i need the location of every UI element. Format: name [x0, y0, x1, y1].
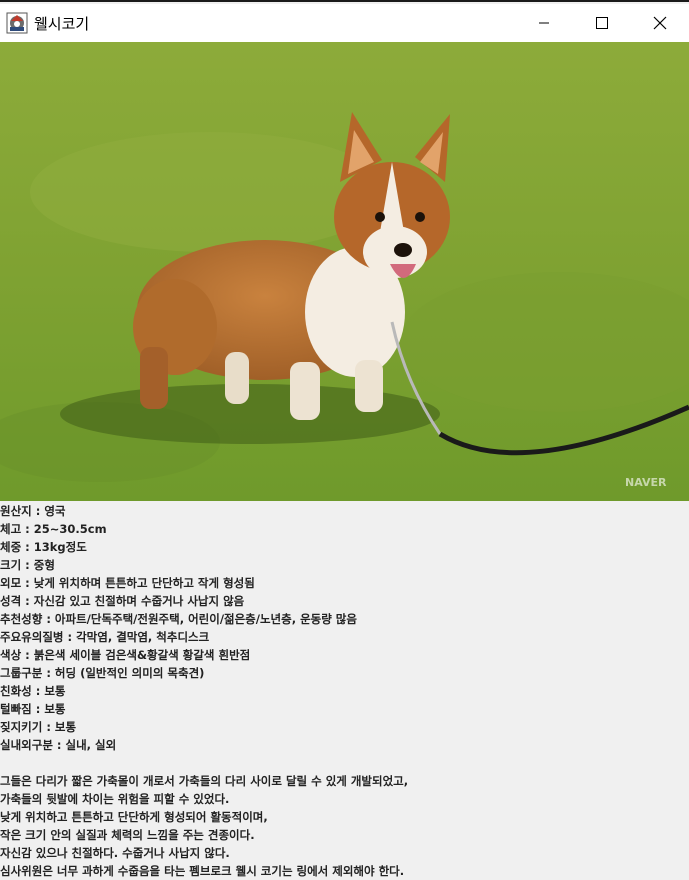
window-controls	[515, 4, 689, 42]
minimize-button[interactable]	[515, 4, 573, 42]
title-bar[interactable]: 웰시코기	[0, 4, 689, 42]
description-line: 자신감 있으나 친절하다. 수줍거나 사납지 않다.	[0, 846, 230, 860]
attribute-color: 색상 : 붉은색 세이블 검은색&황갈색 황갈색 흰반점	[0, 648, 251, 662]
attribute-indoor-outdoor: 실내외구분 : 실내, 실외	[0, 738, 117, 752]
description-line: 심사위원은 너무 과하게 수줍음을 타는 펨브로크 웰시 코기는 링에서 제외해…	[0, 864, 405, 878]
attribute-group: 그룹구분 : 허딩 (일반적인 의미의 목축견)	[0, 666, 205, 680]
attribute-friendliness: 친화성 : 보통	[0, 684, 66, 698]
photo-watermark: NAVER	[625, 476, 667, 489]
attribute-origin: 원산지 : 영국	[0, 504, 66, 518]
close-button[interactable]	[631, 4, 689, 42]
window-title: 웰시코기	[34, 14, 90, 33]
description-line: 낮게 위치하고 튼튼하고 단단하게 형성되어 활동적이며,	[0, 810, 268, 824]
description-line: 가축들의 뒷발에 차이는 위험을 피할 수 있었다.	[0, 792, 230, 806]
description-line: 작은 크기 안의 실질과 체력의 느낌을 주는 견종이다.	[0, 828, 255, 842]
close-icon	[653, 16, 667, 30]
corgi-photo: NAVER	[0, 42, 689, 501]
app-window-icon	[6, 12, 28, 34]
description-line: 그들은 다리가 짧은 가축몰이 개로서 가축들의 다리 사이로 달릴 수 있게 …	[0, 774, 409, 788]
attribute-height: 체고 : 25~30.5cm	[0, 522, 107, 536]
attribute-recommended: 추천성향 : 아파트/단독주택/전원주택, 어린이/젊은층/노년층, 운동량 많…	[0, 612, 357, 626]
maximize-icon	[596, 17, 608, 29]
attribute-personality: 성격 : 자신감 있고 친절하며 수줍거나 사납지 않음	[0, 594, 245, 608]
app-window: 웰시코기 NAVER 원산지: 영국 체고: 25~30.5cm 체중: …	[0, 0, 689, 878]
attribute-diseases: 주요유의질병 : 각막염, 결막염, 척추디스크	[0, 630, 210, 644]
maximize-button[interactable]	[573, 4, 631, 42]
attribute-weight: 체중 : 13kg정도	[0, 540, 87, 554]
breed-info: 원산지 : 영국 체고 : 25~30.5cm 체중 : 13kg정도 크기 :…	[0, 502, 689, 880]
attribute-guarding: 짖지키기 : 보통	[0, 720, 77, 734]
minimize-icon	[539, 22, 549, 24]
attribute-shedding: 털빠짐 : 보통	[0, 702, 66, 716]
attribute-size: 크기 : 중형	[0, 558, 55, 572]
attribute-appearance: 외모 : 낮게 위치하며 튼튼하고 단단하고 작게 형성됨	[0, 576, 255, 590]
